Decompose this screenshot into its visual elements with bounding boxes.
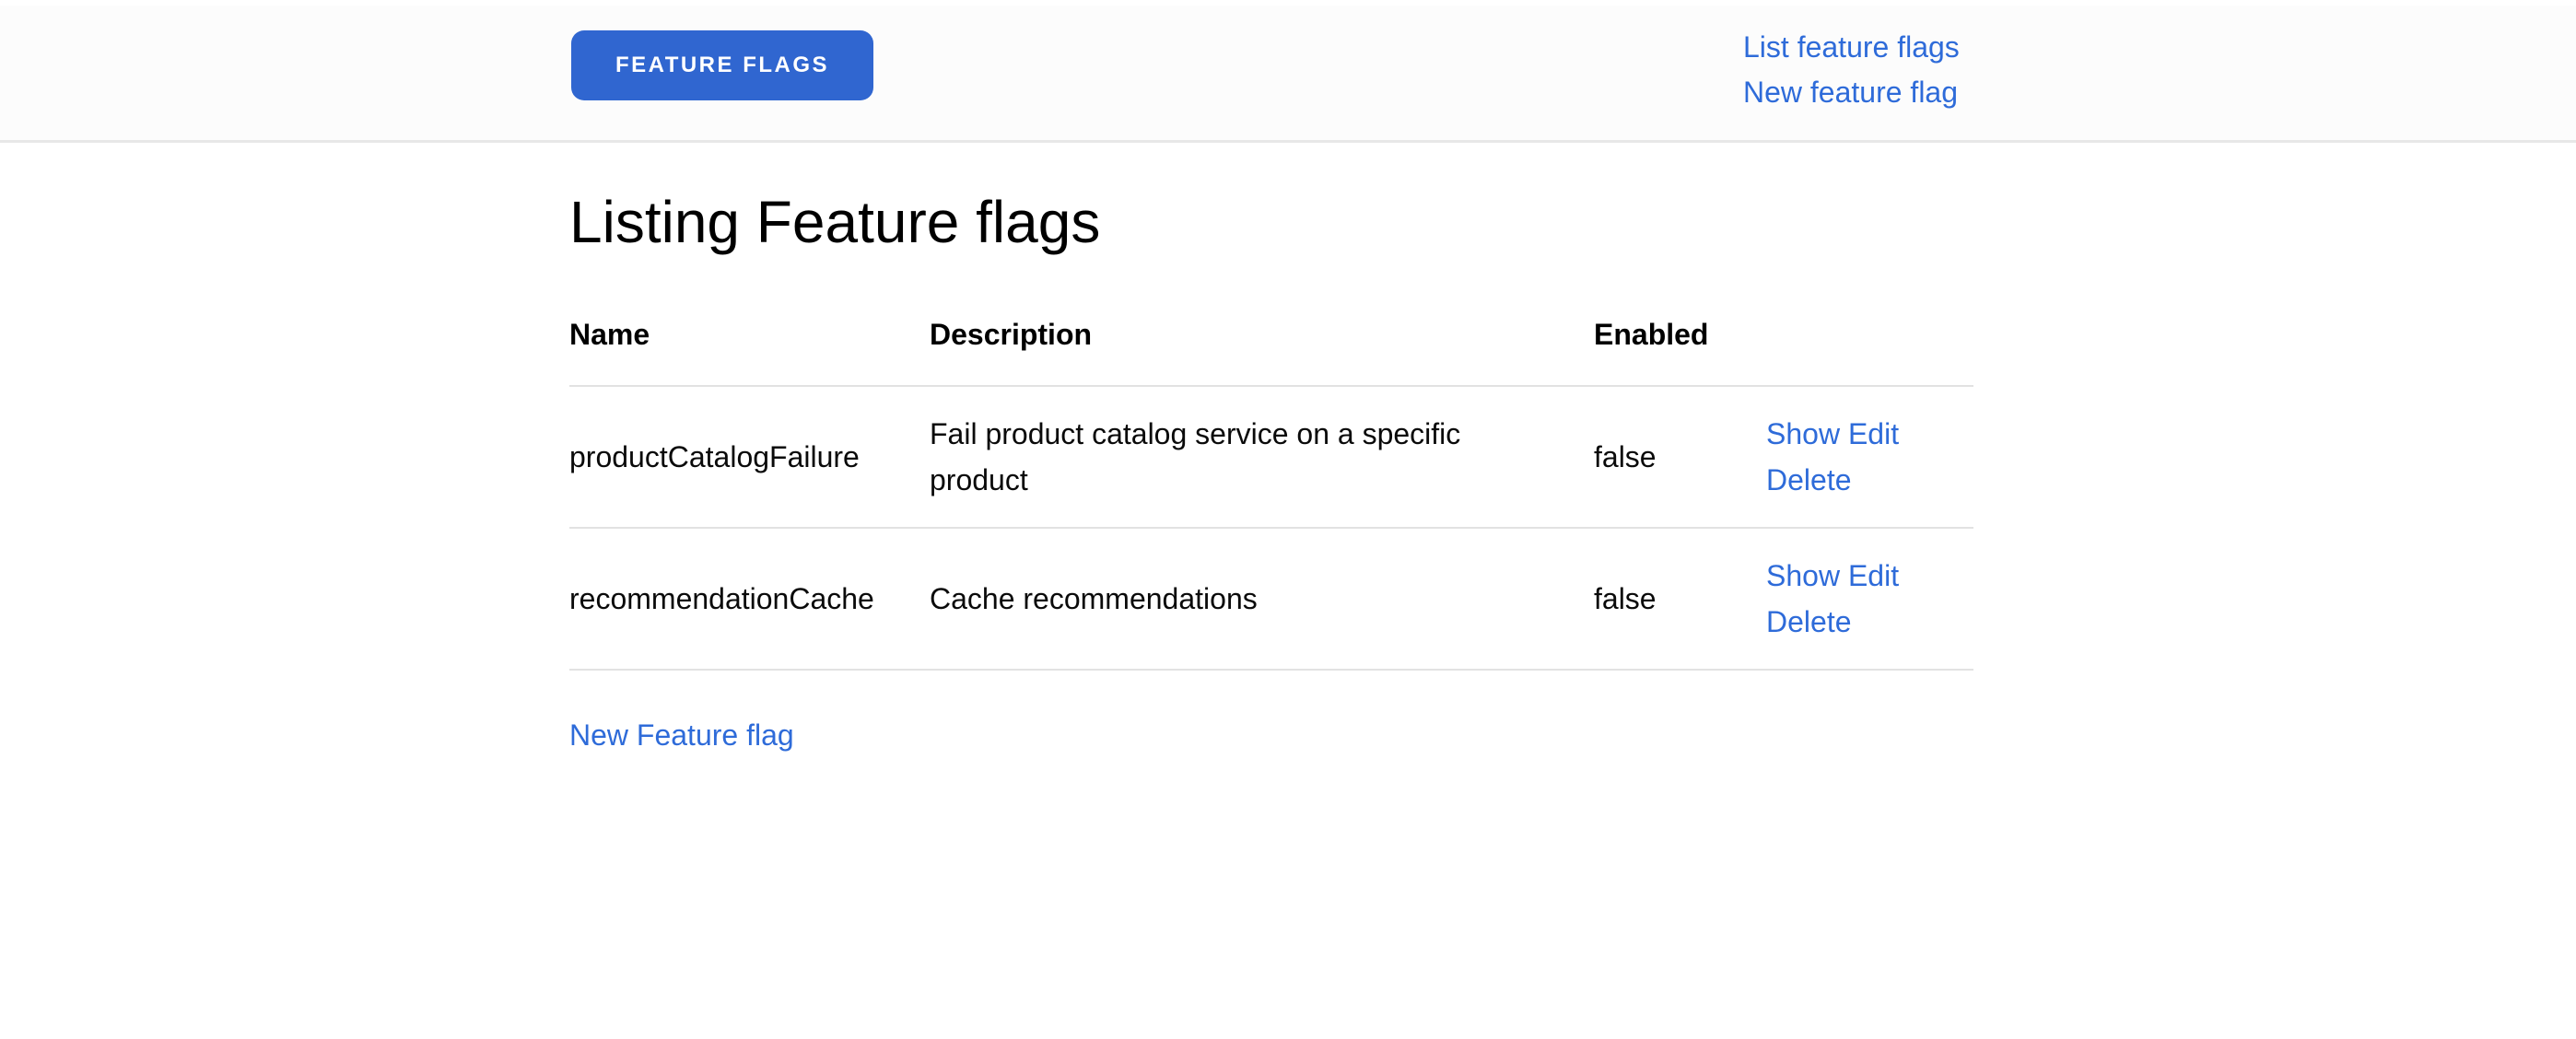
column-header-actions (1766, 298, 1973, 386)
feature-flags-table: Name Description Enabled productCatalogF… (569, 298, 1973, 671)
nav-link-new-feature-flag[interactable]: New feature flag (1743, 70, 1960, 115)
page-title: Listing Feature flags (569, 187, 1973, 257)
flag-actions-cell: Show Edit Delete (1766, 528, 1973, 670)
main-content: Listing Feature flags Name Description E… (569, 187, 1973, 753)
flag-name-cell: productCatalogFailure (569, 386, 930, 528)
new-feature-flag-link[interactable]: New Feature flag (569, 717, 794, 753)
show-link[interactable]: Show (1766, 559, 1840, 592)
nav-link-list-feature-flags[interactable]: List feature flags (1743, 25, 1960, 70)
table-header-row: Name Description Enabled (569, 298, 1973, 386)
delete-link[interactable]: Delete (1766, 463, 1852, 496)
table-row: recommendationCache Cache recommendation… (569, 528, 1973, 670)
flag-name-cell: recommendationCache (569, 528, 930, 670)
flag-description-cell: Fail product catalog service on a specif… (930, 386, 1594, 528)
feature-flags-brand-button[interactable]: FEATURE FLAGS (571, 30, 873, 100)
column-header-enabled: Enabled (1594, 298, 1766, 386)
show-link[interactable]: Show (1766, 417, 1840, 450)
actions-line-2: Delete (1766, 599, 1973, 645)
flag-enabled-cell: false (1594, 528, 1766, 670)
edit-link[interactable]: Edit (1848, 559, 1899, 592)
app-header: FEATURE FLAGS List feature flags New fea… (0, 6, 2576, 143)
actions-line-2: Delete (1766, 457, 1973, 503)
flag-actions-cell: Show Edit Delete (1766, 386, 1973, 528)
actions-line-1: Show Edit (1766, 411, 1973, 457)
actions-line-1: Show Edit (1766, 553, 1973, 599)
table-row: productCatalogFailure Fail product catal… (569, 386, 1973, 528)
column-header-description: Description (930, 298, 1594, 386)
column-header-name: Name (569, 298, 930, 386)
header-nav: List feature flags New feature flag (1743, 25, 1960, 115)
flag-description-cell: Cache recommendations (930, 528, 1594, 670)
edit-link[interactable]: Edit (1848, 417, 1899, 450)
flag-enabled-cell: false (1594, 386, 1766, 528)
delete-link[interactable]: Delete (1766, 605, 1852, 638)
